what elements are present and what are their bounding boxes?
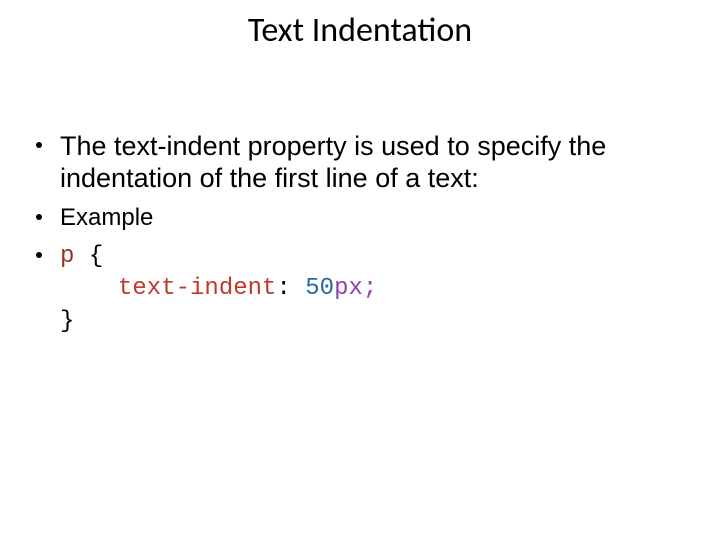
code-block: p { text-indent: 50px; } [60,241,690,338]
bullet-example-text: Example [60,204,153,231]
code-selector: p [60,243,74,270]
bullet-dot-icon [36,252,42,258]
code-number: 50 [305,275,334,302]
bullet-intro: The text-indent property is used to spec… [30,130,690,195]
code-line-3: } [60,306,690,338]
code-unit-semi: px; [334,275,377,302]
bullet-example-label: Example [30,203,690,233]
code-colon: : [276,275,290,302]
bullet-code: p { text-indent: 50px; } [30,241,690,338]
slide: Text Indentation The text-indent propert… [0,0,720,540]
bullet-dot-icon [36,214,42,220]
code-brace-close: } [60,308,74,335]
code-property: text-indent [118,275,276,302]
bullet-intro-text: The text-indent property is used to spec… [60,131,606,193]
bullet-dot-icon [36,142,42,148]
code-line-1: p { [60,241,690,273]
slide-title: Text Indentation [0,10,720,51]
code-brace-open: { [89,243,103,270]
slide-body: The text-indent property is used to spec… [30,130,690,346]
code-line-2: text-indent: 50px; [60,273,690,305]
